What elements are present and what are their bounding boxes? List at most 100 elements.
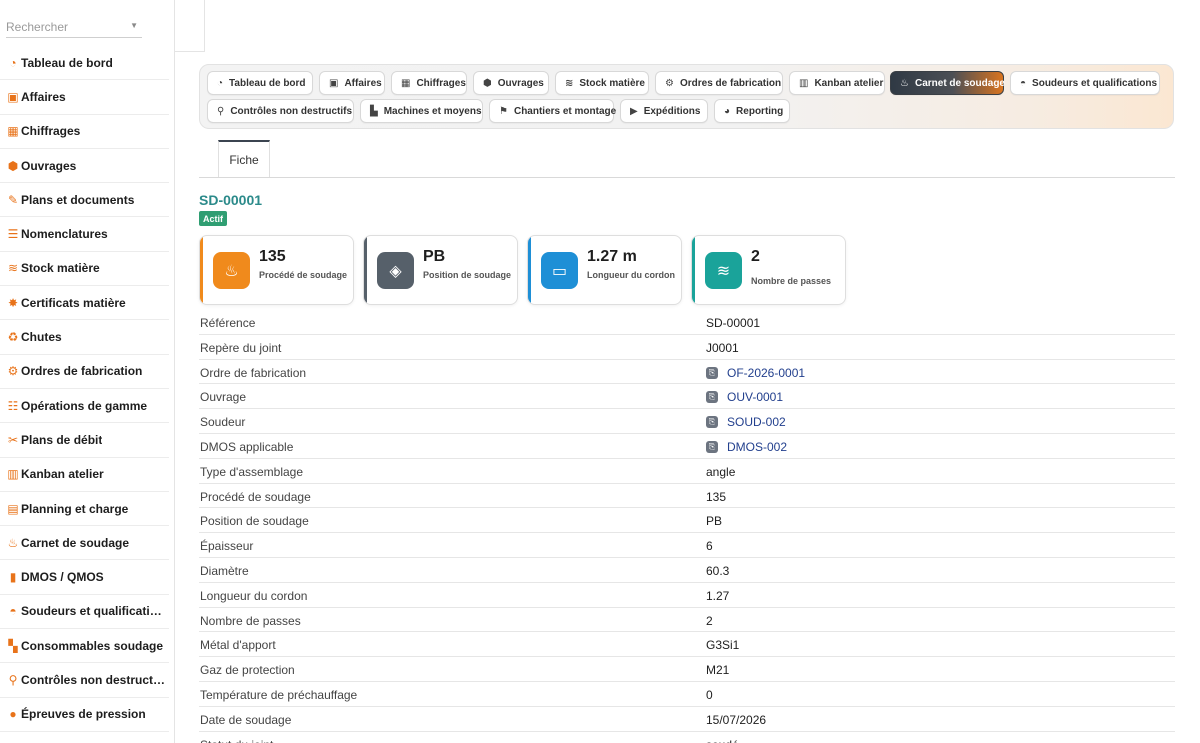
sidebar-item[interactable]: ≋ Stock matière (0, 252, 169, 287)
field-value-text: angle (706, 464, 736, 479)
kpi-value: 135 (259, 248, 286, 265)
sidebar-item[interactable]: ▦ Chiffrages (0, 115, 169, 149)
field-value: 1.27 (706, 589, 729, 603)
sidebar-item-label: Certificats matière (21, 295, 126, 310)
sidebar-item-label: Chiffrages (21, 124, 81, 139)
kpi-label: Position de soudage (423, 270, 512, 280)
field-value: PB (706, 514, 722, 528)
record-title: SD-00001 (199, 192, 263, 208)
record-link-icon: ⎘ (706, 391, 718, 404)
menu-chip[interactable]: ⚲ Contrôles non destructifs (207, 99, 354, 123)
sidebar-item[interactable]: ✸ Certificats matière (0, 286, 169, 321)
sidebar-item[interactable]: ☷ Opérations de gamme (0, 389, 169, 424)
map-pin-icon: ⚑ (499, 105, 508, 117)
field-label: Ordre de fabrication (200, 365, 307, 380)
field-link[interactable]: ⎘ OF-2026-0001 (706, 366, 805, 380)
field-value-text: M21 (706, 663, 730, 678)
sidebar-item[interactable]: ◔ Tableau de bord (0, 46, 169, 81)
field-link[interactable]: ⎘ SOUD-002 (706, 415, 786, 429)
field-value-text: 15/07/2026 (706, 712, 767, 727)
record-link-icon: ⎘ (706, 416, 718, 429)
sidebar-item[interactable]: ▚ Consommables soudage (0, 629, 169, 664)
menu-chip[interactable]: ⚑ Chantiers et montage (489, 99, 616, 123)
menu-chip[interactable]: ◔ Tableau de bord (207, 71, 313, 95)
recycle-icon: ♻ (7, 330, 19, 345)
detail-row: Procédé de soudage 135 (199, 484, 1175, 509)
kpi-card: ♨ 135 Procédé de soudage (199, 235, 354, 305)
detail-row: Métal d'apport G3Si1 (199, 632, 1175, 658)
document-icon: ▮ (9, 570, 17, 585)
sidebar-item[interactable]: ⚲ Contrôles non destructifs (0, 663, 169, 698)
menu-chip[interactable]: ⚙ Ordres de fabrication (655, 71, 783, 95)
field-label: Type d'assemblage (200, 464, 304, 479)
box-icon: ⬢ (7, 158, 19, 173)
sidebar-item[interactable]: ◓ Soudeurs et qualifications (0, 595, 169, 630)
field-label: Gaz de protection (200, 663, 295, 678)
record-link-icon: ⎘ (706, 440, 718, 453)
kpi-label: Procédé de soudage (259, 270, 348, 280)
drop-icon: ● (9, 707, 17, 722)
menu-chip[interactable]: ▦ Chiffrages (391, 71, 467, 95)
module-menu: ◔ Tableau de bord ▣ Affaires ▦ Chiffrages ⬢ Ouv… (199, 64, 1174, 129)
detail-row: Position de soudage PB (199, 508, 1175, 534)
sidebar-item[interactable]: ✎ Plans et documents (0, 183, 169, 218)
sidebar-item[interactable]: ● Épreuves de pression (0, 698, 169, 732)
menu-chip[interactable]: ▥ Kanban atelier (789, 71, 885, 95)
menu-chip[interactable]: ♨ Carnet de soudage (890, 71, 1005, 95)
helmet-icon: ◓ (9, 604, 17, 619)
menu-chip[interactable]: ≋ Stock matière (555, 71, 649, 95)
detail-row: Ouvrage ⎘ OUV-0001 (199, 384, 1175, 410)
field-label: Référence (200, 316, 256, 330)
field-value: 2 (706, 614, 713, 628)
magnifier-icon: ⚲ (8, 672, 18, 687)
field-label: Épaisseur (200, 539, 254, 554)
field-link[interactable]: ⎘ DMOS-002 (706, 440, 787, 454)
sidebar-item-label: Opérations de gamme (21, 398, 148, 413)
menu-chip[interactable]: ▶ Expéditions (620, 99, 708, 123)
field-label: Repère du joint (200, 340, 282, 355)
briefcase-icon: ▣ (329, 77, 339, 89)
truck-icon: ▶ (630, 105, 638, 117)
sidebar-item[interactable]: ✂ Plans de débit (0, 423, 169, 458)
sidebar-item[interactable]: ♨ Carnet de soudage (0, 526, 169, 561)
sidebar-item[interactable]: ☰ Nomenclatures (0, 217, 169, 252)
detail-row: Ordre de fabrication ⎘ OF-2026-0001 (199, 360, 1175, 385)
sidebar-item-label: Planning et charge (21, 501, 129, 516)
search-select[interactable]: Rechercher ▼ (6, 16, 142, 38)
field-link[interactable]: ⎘ OUV-0001 (706, 390, 783, 404)
field-label: Nombre de passes (200, 613, 301, 628)
sidebar-item-label: DMOS / QMOS (21, 570, 104, 585)
sidebar-item-label: Carnet de soudage (21, 535, 130, 550)
menu-chip-label: Carnet de soudage (914, 77, 1005, 89)
header-stub (175, 0, 205, 52)
kpi-label: Nombre de passes (751, 276, 832, 286)
menu-chip[interactable]: ▙ Machines et moyens (360, 99, 483, 123)
field-value-text: G3Si1 (706, 638, 740, 653)
menu-chip[interactable]: ⬢ Ouvrages (473, 71, 549, 95)
sidebar-item[interactable]: ♻ Chutes (0, 320, 169, 355)
menu-chip[interactable]: ◓ Soudeurs et qualifications (1010, 71, 1160, 95)
magnifier-icon: ⚲ (217, 105, 225, 117)
sidebar-item-label: Soudeurs et qualifications (21, 604, 166, 619)
detail-row: Repère du joint J0001 (199, 335, 1175, 360)
kanban-icon: ▥ (799, 77, 809, 89)
layers-icon: ≋ (565, 77, 574, 89)
sidebar-item-label: Plans et documents (21, 192, 135, 207)
detail-row: Type d'assemblage angle (199, 459, 1175, 484)
sidebar-item[interactable]: ⚙ Ordres de fabrication (0, 355, 169, 389)
field-value-text: SD-00001 (706, 316, 761, 330)
briefcase-icon: ▣ (7, 89, 19, 104)
dashboard-icon: ◔ (217, 77, 224, 89)
menu-chip-label: Expéditions (643, 105, 701, 117)
sidebar-item[interactable]: ▤ Planning et charge (0, 492, 169, 527)
field-label: Statut du joint (200, 738, 273, 743)
sidebar-item[interactable]: ⬢ Ouvrages (0, 149, 169, 184)
dashboard-icon: ◔ (9, 55, 17, 70)
sidebar-item[interactable]: ▥ Kanban atelier (0, 458, 169, 492)
menu-chip[interactable]: ▣ Affaires (319, 71, 385, 95)
sidebar-item[interactable]: ▮ DMOS / QMOS (0, 560, 169, 595)
sidebar-item-label: Kanban atelier (21, 467, 104, 482)
sidebar-item[interactable]: ▣ Affaires (0, 80, 169, 115)
menu-chip[interactable]: ◕ Reporting (714, 99, 790, 123)
tab-fiche[interactable]: Fiche (218, 140, 270, 177)
